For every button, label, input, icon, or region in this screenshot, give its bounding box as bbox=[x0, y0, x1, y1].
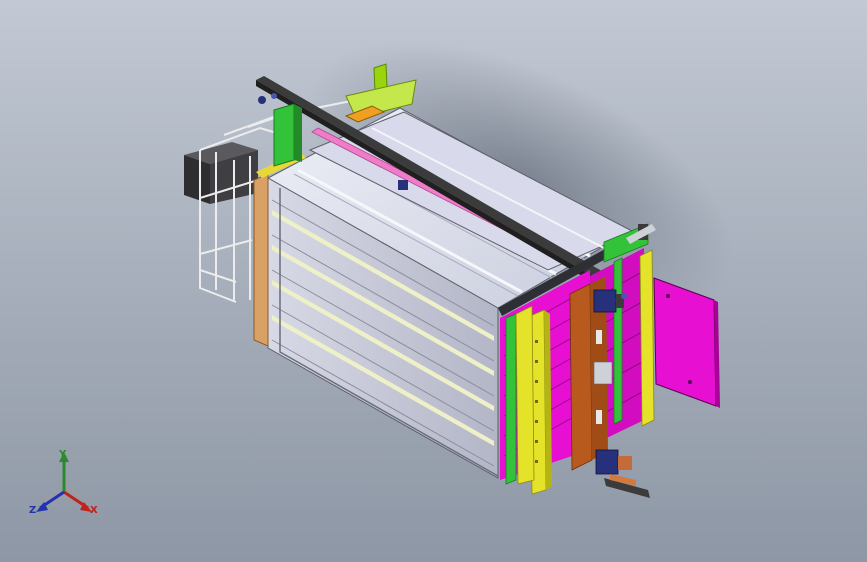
rear-housing bbox=[184, 142, 258, 204]
sensor-blue bbox=[398, 180, 408, 190]
cad-3d-viewport[interactable]: Y X Z bbox=[0, 0, 867, 562]
rear-bracket-green bbox=[273, 103, 302, 167]
end-plate-tan bbox=[253, 173, 269, 347]
axis-x-label: X bbox=[90, 505, 98, 516]
assembly-model[interactable] bbox=[0, 0, 867, 562]
axis-y-label: Y bbox=[59, 449, 67, 460]
axis-z-label: Z bbox=[29, 505, 37, 516]
motor-lower bbox=[595, 449, 650, 498]
